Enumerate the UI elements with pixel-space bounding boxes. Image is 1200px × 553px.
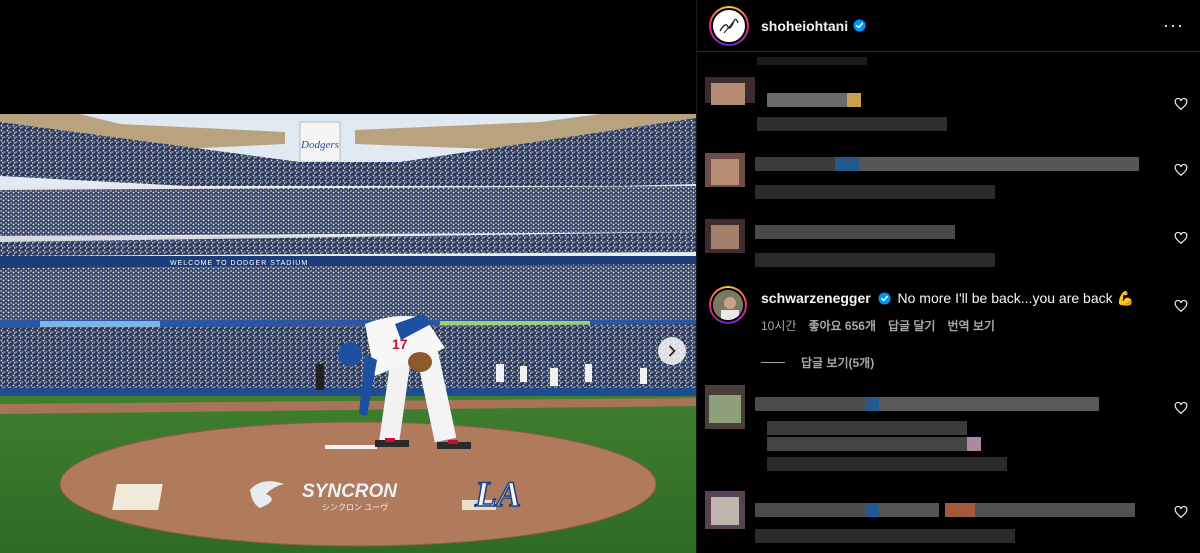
like-comment-icon[interactable] [1174, 231, 1188, 245]
pixelated-comment [697, 381, 1200, 481]
pixelated-comment [697, 141, 1200, 201]
translate-button[interactable]: 번역 보기 [947, 317, 995, 334]
comment-item: schwarzenegger No more I'll be back...yo… [709, 286, 1188, 346]
verified-badge-icon [878, 292, 891, 308]
comment-text: No more I'll be back...you are back 💪 [897, 290, 1134, 306]
jersey-number: 17 [392, 336, 408, 352]
media-pane: Dodgers WELCOME TO DODGER STADIUM SYNCRO… [0, 0, 696, 553]
author-username[interactable]: shoheiohtani [761, 18, 848, 34]
view-replies-label: 답글 보기(5개) [801, 356, 875, 370]
reply-button[interactable]: 답글 달기 [888, 317, 936, 334]
stadium-banner-text: WELCOME TO DODGER STADIUM [170, 260, 308, 267]
verified-badge-icon [853, 19, 866, 32]
like-comment-icon[interactable] [1174, 299, 1188, 313]
commenter-avatar[interactable] [709, 286, 747, 324]
person-avatar-icon [713, 290, 743, 320]
like-comment-icon[interactable] [1174, 401, 1188, 415]
pixelated-comment [697, 53, 1200, 133]
like-comment-icon[interactable] [1174, 163, 1188, 177]
author-avatar[interactable] [709, 5, 749, 46]
like-comment-icon[interactable] [1174, 505, 1188, 519]
next-media-button[interactable] [658, 337, 686, 365]
like-comment-icon[interactable] [1174, 97, 1188, 111]
pixelated-comment [697, 487, 1200, 553]
more-options-icon[interactable]: ··· [1163, 15, 1184, 36]
comment-time: 10시간 [761, 319, 797, 333]
view-replies-button[interactable]: 답글 보기(5개) [761, 354, 874, 371]
ad-subtext: シンクロン ユーヴ [322, 502, 388, 512]
chevron-right-icon [669, 345, 676, 357]
comment-likes[interactable]: 좋아요 656개 [808, 317, 876, 334]
signature-avatar-icon [719, 18, 739, 33]
comments-list: schwarzenegger No more I'll be back...yo… [697, 53, 1200, 553]
comments-panel: shoheiohtani ··· schwarzenegger No more … [696, 0, 1200, 553]
post-photo: Dodgers WELCOME TO DODGER STADIUM SYNCRO… [0, 114, 696, 553]
svg-text:LA: LA [474, 474, 521, 514]
stadium-sign-text: Dodgers [300, 139, 339, 151]
pixelated-comment [697, 211, 1200, 271]
ad-text: SYNCRON [302, 481, 398, 502]
post-viewer: Dodgers WELCOME TO DODGER STADIUM SYNCRO… [0, 0, 1200, 553]
post-header: shoheiohtani ··· [697, 0, 1200, 52]
commenter-username[interactable]: schwarzenegger [761, 290, 871, 306]
